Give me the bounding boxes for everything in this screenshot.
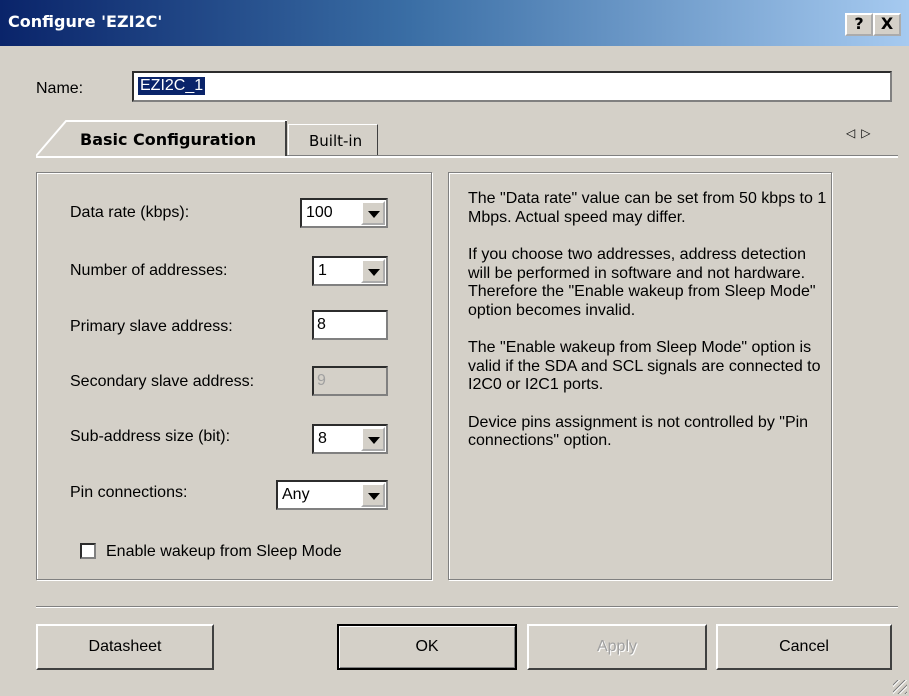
- primary-address-input[interactable]: 8: [312, 310, 388, 340]
- datasheet-button-label: Datasheet: [88, 638, 162, 655]
- help-paragraph: If you choose two addresses, address det…: [468, 246, 816, 319]
- secondary-address-value: 9: [317, 372, 326, 389]
- title-bar[interactable]: Configure 'EZI2C' ? X: [0, 0, 909, 46]
- datasheet-button[interactable]: Datasheet: [36, 624, 214, 670]
- apply-button: Apply: [527, 624, 707, 670]
- number-of-addresses-label: Number of addresses:: [70, 262, 228, 279]
- help-paragraph: Device pins assignment is not controlled…: [468, 413, 809, 450]
- help-paragraph: The "Data rate" value can be set from 50…: [468, 190, 827, 226]
- configure-dialog: Configure 'EZI2C' ? X Name: EZI2C_1 Basi…: [0, 0, 909, 696]
- wakeup-checkbox[interactable]: [80, 543, 96, 559]
- subaddress-size-label: Sub-address size (bit):: [70, 428, 231, 445]
- data-rate-select[interactable]: 100: [300, 198, 388, 228]
- pin-connections-select[interactable]: Any: [276, 480, 388, 510]
- chevron-down-icon[interactable]: [361, 427, 385, 451]
- subaddress-size-select[interactable]: 8: [312, 424, 388, 454]
- cancel-button[interactable]: Cancel: [716, 624, 892, 670]
- help-text: The "Data rate" value can be set from 50…: [468, 190, 828, 470]
- close-button[interactable]: X: [873, 13, 901, 36]
- tab-label: Basic Configuration: [80, 130, 257, 149]
- secondary-address-input: 9: [312, 366, 388, 396]
- subaddress-size-value: 8: [318, 430, 327, 447]
- tab-scroll-right-icon[interactable]: ▷: [861, 126, 876, 140]
- chevron-down-icon[interactable]: [361, 259, 385, 283]
- wakeup-label[interactable]: Enable wakeup from Sleep Mode: [106, 543, 342, 561]
- number-of-addresses-value: 1: [318, 262, 327, 279]
- apply-button-label: Apply: [596, 638, 638, 655]
- primary-address-label: Primary slave address:: [70, 318, 233, 335]
- window-title: Configure 'EZI2C': [8, 12, 163, 31]
- tab-scroll-arrows[interactable]: ◁▷: [846, 126, 876, 140]
- tab-built-in[interactable]: Built-in: [288, 124, 378, 155]
- tab-scroll-left-icon[interactable]: ◁: [846, 126, 861, 140]
- help-paragraph: The "Enable wakeup from Sleep Mode" opti…: [468, 339, 821, 393]
- tab-label: Built-in: [309, 132, 363, 150]
- data-rate-label: Data rate (kbps):: [70, 204, 190, 221]
- separator: [36, 606, 898, 608]
- resize-grip-icon[interactable]: [893, 680, 907, 694]
- name-input[interactable]: EZI2C_1: [132, 71, 892, 102]
- chevron-down-icon[interactable]: [361, 201, 385, 225]
- primary-address-value: 8: [317, 316, 326, 333]
- name-value: EZI2C_1: [138, 77, 206, 95]
- help-button[interactable]: ?: [845, 13, 873, 36]
- name-label: Name:: [36, 80, 84, 97]
- ok-button[interactable]: OK: [337, 624, 517, 670]
- cancel-button-label: Cancel: [779, 638, 829, 655]
- number-of-addresses-select[interactable]: 1: [312, 256, 388, 286]
- tab-basic-configuration[interactable]: Basic Configuration: [36, 118, 288, 158]
- pin-connections-label: Pin connections:: [70, 484, 188, 501]
- secondary-address-label: Secondary slave address:: [70, 373, 255, 390]
- data-rate-value: 100: [306, 204, 333, 221]
- pin-connections-value: Any: [282, 486, 310, 503]
- ok-button-label: OK: [415, 638, 439, 655]
- chevron-down-icon[interactable]: [361, 483, 385, 507]
